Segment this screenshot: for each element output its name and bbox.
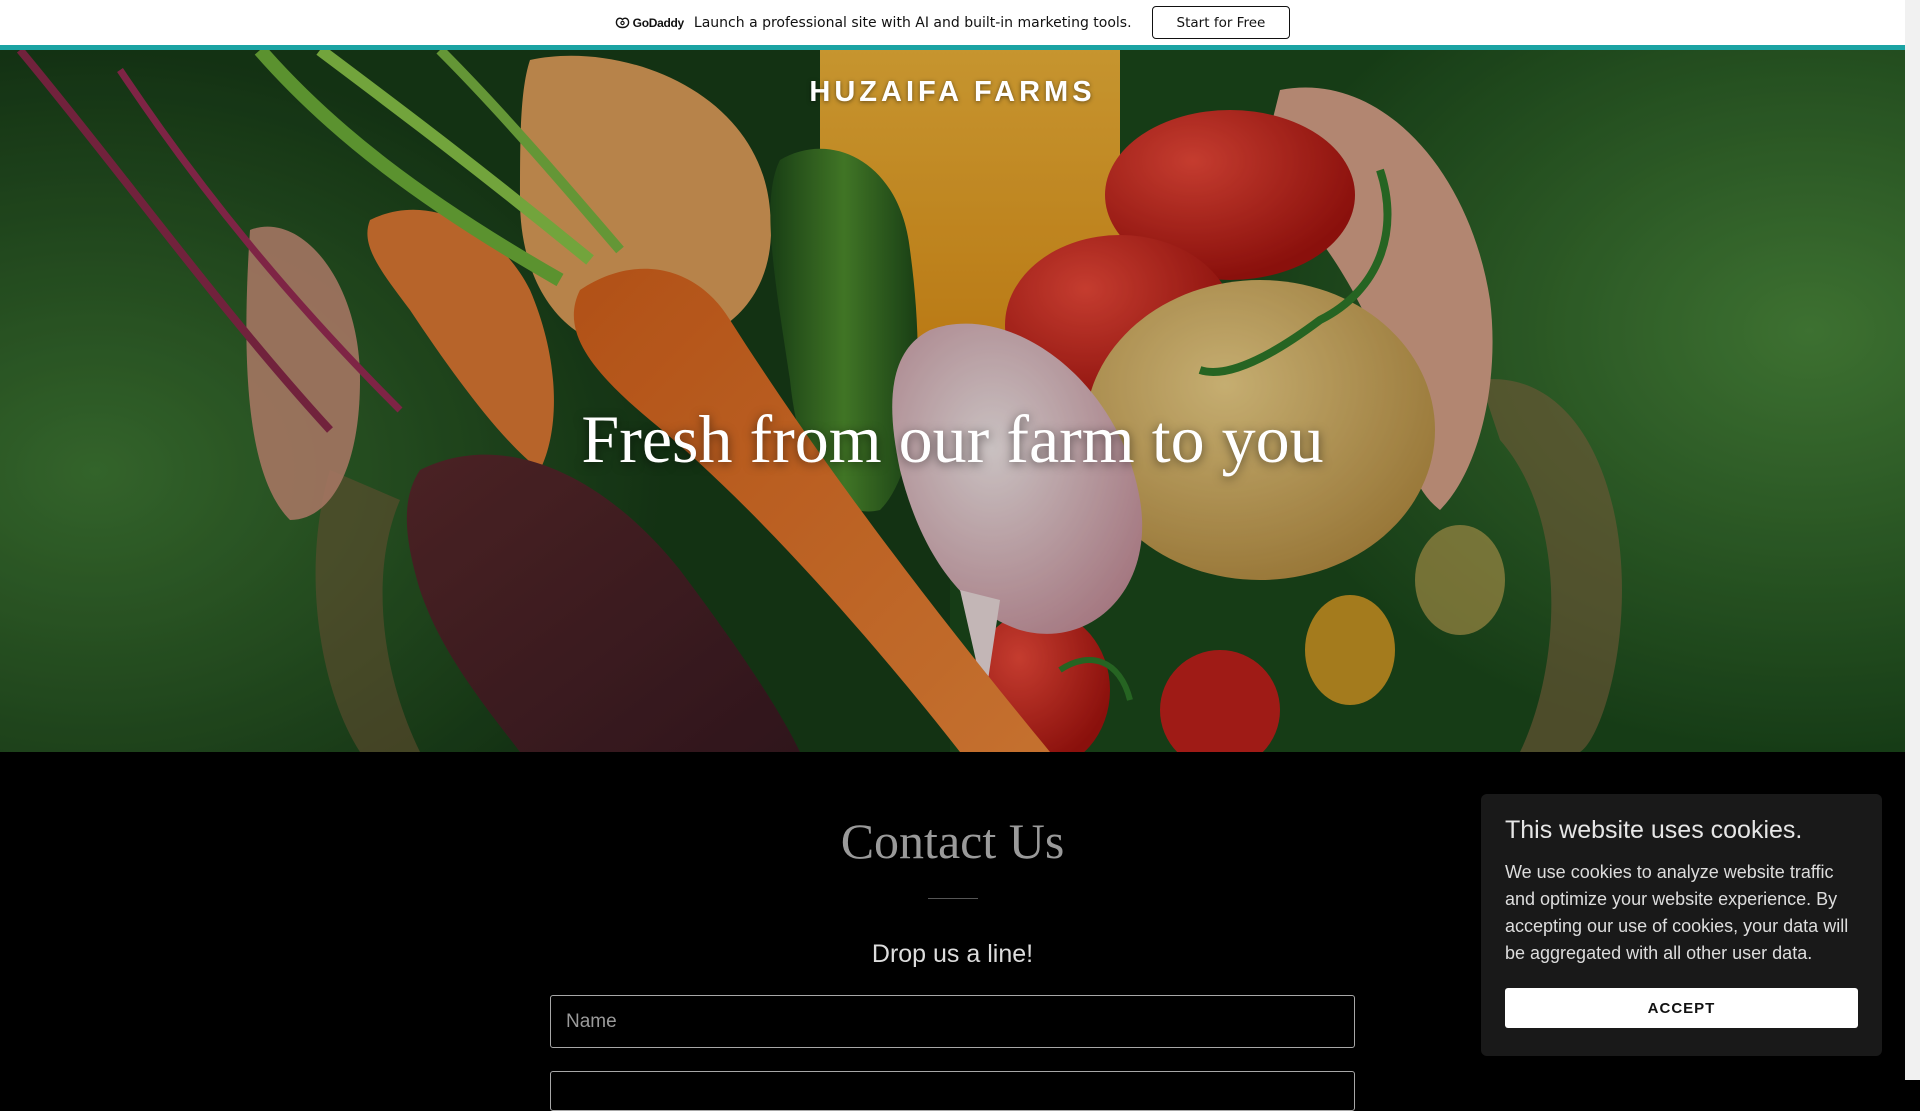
promo-message: Launch a professional site with AI and b… <box>693 14 1132 31</box>
promo-accent-line <box>0 45 1905 50</box>
promo-bar: GoDaddy Launch a professional site with … <box>0 0 1905 45</box>
name-input[interactable] <box>550 995 1355 1048</box>
hero-section: HUZAIFA FARMS Fresh from our farm to you <box>0 50 1905 752</box>
cookie-notice: This website uses cookies. We use cookie… <box>1481 794 1882 1056</box>
godaddy-logo-icon <box>615 17 629 29</box>
site-title[interactable]: HUZAIFA FARMS <box>0 76 1905 109</box>
godaddy-logo[interactable]: GoDaddy <box>615 16 684 30</box>
email-input[interactable] <box>550 1071 1355 1111</box>
godaddy-logo-text: GoDaddy <box>632 15 685 30</box>
contact-divider <box>928 898 978 899</box>
accept-cookies-button[interactable]: ACCEPT <box>1505 988 1858 1028</box>
hero-tagline: Fresh from our farm to you <box>581 401 1324 477</box>
cookie-body: We use cookies to analyze website traffi… <box>1505 862 1849 963</box>
start-for-free-button[interactable]: Start for Free <box>1151 6 1291 39</box>
page-scrollbar[interactable] <box>1905 0 1920 1080</box>
cookie-title: This website uses cookies. <box>1505 816 1803 844</box>
